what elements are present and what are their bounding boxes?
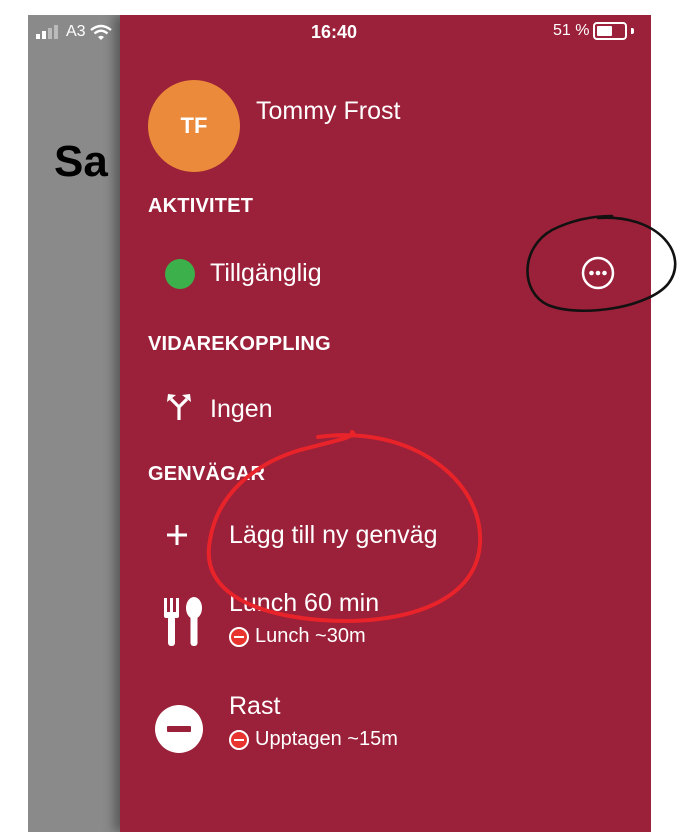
shortcut-rast[interactable]: Rast	[229, 692, 280, 721]
plus-icon	[167, 525, 187, 545]
signal-icon	[36, 25, 58, 39]
avatar-initials: TF	[180, 113, 208, 138]
status-time: 16:40	[311, 22, 358, 42]
user-name: Tommy Frost	[256, 97, 401, 125]
wifi-icon	[89, 24, 112, 40]
forwarding-value: Ingen	[210, 395, 273, 423]
shortcut-lunch-status: Lunch ~30m	[229, 625, 366, 648]
shortcut-rast-title: Rast	[229, 692, 281, 720]
activity-status-label: Tillgänglig	[210, 259, 322, 287]
activity-status[interactable]: Tillgänglig	[210, 259, 322, 288]
background-page-title: Sa	[54, 137, 108, 186]
more-options-icon[interactable]	[581, 256, 615, 290]
shortcut-lunch[interactable]: Lunch 60 min	[229, 589, 379, 618]
do-not-disturb-icon	[155, 705, 203, 753]
status-bar: A3 16:40 51 %	[28, 15, 651, 49]
carrier-name: A3	[66, 23, 86, 40]
battery-icon	[593, 22, 628, 40]
side-drawer: TF Tommy Frost AKTIVITET Tillgänglig VID…	[120, 15, 651, 832]
section-header-activity: AKTIVITET	[148, 195, 254, 217]
fork-knife-icon	[164, 597, 202, 646]
busy-status-icon	[229, 729, 249, 750]
add-shortcut-button[interactable]: Lägg till ny genväg	[229, 521, 437, 550]
busy-status-icon	[229, 626, 249, 647]
shortcut-lunch-status-label: Lunch ~30m	[255, 625, 366, 647]
battery-percentage: 51 %	[553, 22, 590, 39]
section-header-forwarding: VIDAREKOPPLING	[148, 333, 331, 355]
shortcut-rast-status-label: Upptagen ~15m	[255, 728, 398, 750]
avatar[interactable]: TF	[148, 80, 240, 172]
section-header-shortcuts: GENVÄGAR	[148, 463, 266, 485]
available-status-icon	[165, 259, 195, 289]
phone-screen: Sa TF Tommy Frost AKTIVITET Tillgänglig …	[28, 15, 651, 832]
shortcut-rast-status: Upptagen ~15m	[229, 728, 398, 751]
forwarding-option[interactable]: Ingen	[210, 395, 273, 424]
add-shortcut-label: Lägg till ny genväg	[229, 521, 438, 549]
shortcut-lunch-title: Lunch 60 min	[229, 589, 380, 617]
forward-split-icon	[167, 394, 191, 420]
